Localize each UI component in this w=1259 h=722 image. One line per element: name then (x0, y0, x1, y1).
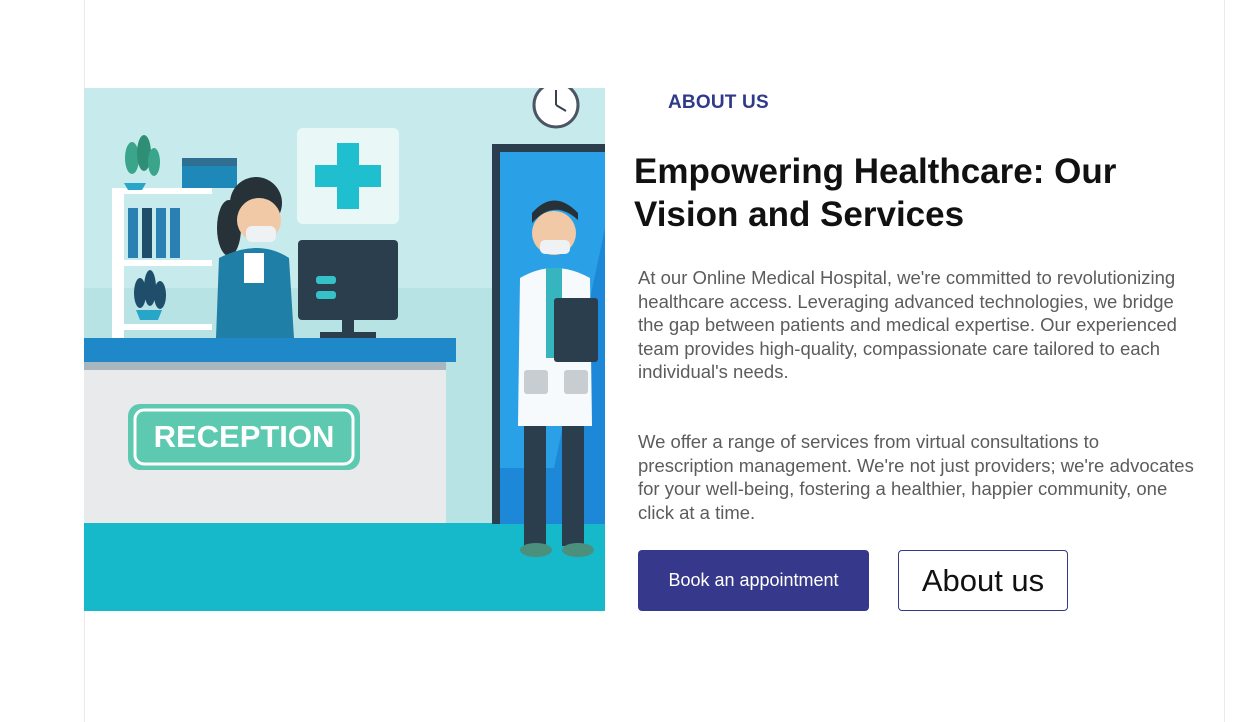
medical-cross-icon (297, 128, 399, 224)
services-paragraph: We offer a range of services from virtua… (638, 431, 1194, 523)
reception-illustration: RECEPTION (84, 88, 605, 611)
intro-paragraph: At our Online Medical Hospital, we're co… (638, 267, 1177, 382)
reception-sign-text: RECEPTION (154, 419, 335, 454)
book-appointment-button[interactable]: Book an appointment (638, 550, 869, 611)
page-title: Empowering Healthcare: Our Vision and Se… (634, 152, 1117, 234)
section-label: ABOUT US (668, 92, 769, 113)
about-us-button[interactable]: About us (898, 550, 1068, 611)
clock-icon (532, 88, 580, 129)
page-border-right (1224, 0, 1225, 722)
